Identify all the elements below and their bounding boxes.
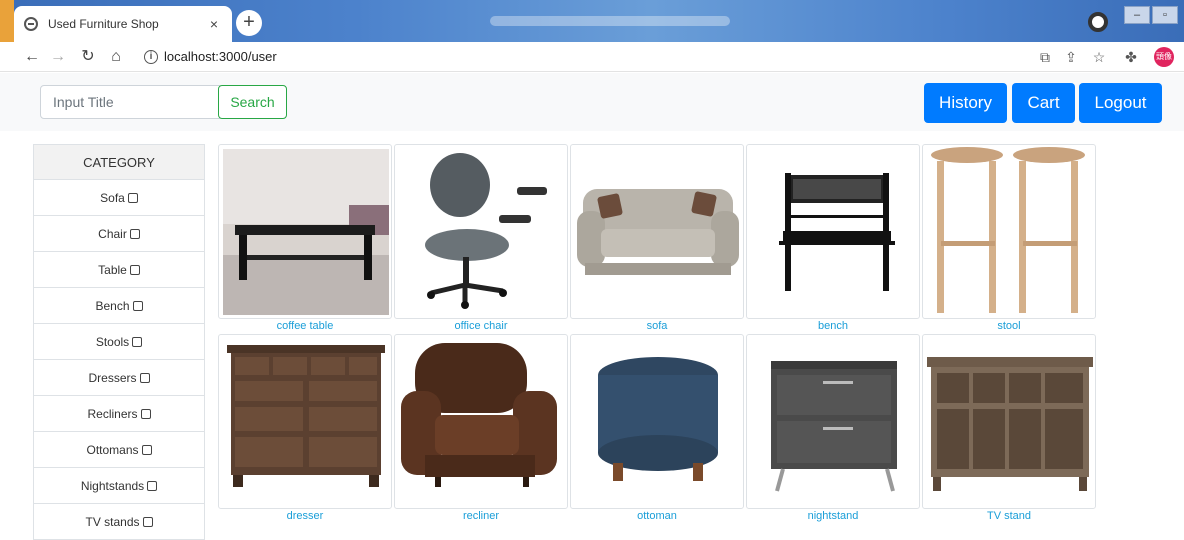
category-label: Nightstands <box>80 478 145 493</box>
new-tab-button[interactable]: + <box>236 10 262 36</box>
category-label: Dressers <box>88 370 137 385</box>
product-title-link[interactable]: coffee table <box>218 320 392 332</box>
avatar[interactable]: 頭像 <box>1154 47 1174 67</box>
ottoman-image <box>598 357 718 481</box>
category-item-ottomans[interactable]: Ottomans <box>33 432 205 468</box>
category-checkbox[interactable] <box>127 192 138 203</box>
tv-stand-image <box>927 357 1093 491</box>
app-header: Search History Cart Logout <box>0 73 1184 131</box>
sofa-image <box>577 189 739 275</box>
dresser-image <box>227 345 385 487</box>
browser-tabbar: Used Furniture Shop × + – ▫ <box>0 0 1184 42</box>
bookmark-star-icon[interactable]: ☆ <box>1090 48 1108 66</box>
history-button[interactable]: History <box>924 83 1007 123</box>
category-label: Sofa <box>100 190 125 205</box>
stool-image <box>931 147 1085 313</box>
product-card-bench[interactable] <box>746 144 920 319</box>
product-title-link[interactable]: dresser <box>218 510 392 522</box>
category-checkbox[interactable] <box>142 516 153 527</box>
logout-button[interactable]: Logout <box>1079 83 1162 123</box>
minimize-icon[interactable]: – <box>1124 6 1150 24</box>
forward-arrow-icon[interactable]: → <box>48 47 68 67</box>
bench-image <box>779 173 895 291</box>
product-card-office-chair[interactable] <box>394 144 568 319</box>
product-card-dresser[interactable] <box>218 334 392 509</box>
category-title: CATEGORY <box>33 144 205 180</box>
category-label: Ottomans <box>86 442 139 457</box>
category-item-recliners[interactable]: Recliners <box>33 396 205 432</box>
translate-icon[interactable]: ⧉ <box>1036 48 1054 66</box>
product-title-link[interactable]: nightstand <box>746 510 920 522</box>
category-checkbox[interactable] <box>129 228 140 239</box>
close-tab-icon[interactable]: × <box>206 16 222 32</box>
category-checkbox[interactable] <box>141 444 152 455</box>
window-edge <box>0 0 14 42</box>
product-card-ottoman[interactable] <box>570 334 744 509</box>
category-item-dressers[interactable]: Dressers <box>33 360 205 396</box>
recliner-image <box>401 343 557 487</box>
category-item-table[interactable]: Table <box>33 252 205 288</box>
product-title-link[interactable]: bench <box>746 320 920 332</box>
back-arrow-icon[interactable]: ← <box>22 47 42 67</box>
chrome-profile-icon[interactable] <box>1088 12 1108 32</box>
product-card-nightstand[interactable] <box>746 334 920 509</box>
product-title-link[interactable]: stool <box>922 320 1096 332</box>
site-info-icon[interactable]: i <box>144 50 158 64</box>
product-title-link[interactable]: TV stand <box>922 510 1096 522</box>
url-field[interactable]: localhost:3000/user <box>164 49 277 64</box>
home-icon[interactable]: ⌂ <box>106 47 126 67</box>
product-title-link[interactable]: sofa <box>570 320 744 332</box>
cart-button[interactable]: Cart <box>1012 83 1075 123</box>
window-title-blurred <box>490 16 730 26</box>
browser-tab[interactable]: Used Furniture Shop × <box>14 6 232 42</box>
category-item-stools[interactable]: Stools <box>33 324 205 360</box>
category-label: TV stands <box>85 514 140 529</box>
category-label: Bench <box>95 298 130 313</box>
product-title-link[interactable]: office chair <box>394 320 568 332</box>
category-checkbox[interactable] <box>140 408 151 419</box>
category-item-bench[interactable]: Bench <box>33 288 205 324</box>
product-title-link[interactable]: recliner <box>394 510 568 522</box>
maximize-icon[interactable]: ▫ <box>1152 6 1178 24</box>
product-card-sofa[interactable] <box>570 144 744 319</box>
category-checkbox[interactable] <box>147 480 158 491</box>
globe-icon <box>24 17 38 31</box>
category-checkbox[interactable] <box>129 264 140 275</box>
office-chair-image <box>425 153 547 309</box>
product-card-stool[interactable] <box>922 144 1096 319</box>
category-item-nightstands[interactable]: Nightstands <box>33 468 205 504</box>
category-item-chair[interactable]: Chair <box>33 216 205 252</box>
product-title-link[interactable]: ottoman <box>570 510 744 522</box>
search-input[interactable] <box>40 85 220 119</box>
category-label: Recliners <box>87 406 138 421</box>
product-card-tv-stand[interactable] <box>922 334 1096 509</box>
product-card-recliner[interactable] <box>394 334 568 509</box>
category-checkbox[interactable] <box>132 336 143 347</box>
address-bar: ← → ↻ ⌂ i localhost:3000/user ⧉ ⇪ ☆ ✤ 頭像 <box>0 42 1184 72</box>
category-checkbox[interactable] <box>132 300 143 311</box>
share-icon[interactable]: ⇪ <box>1062 48 1080 66</box>
category-label: Stools <box>95 334 130 349</box>
reload-icon[interactable]: ↻ <box>78 47 98 67</box>
category-label: Chair <box>98 226 127 241</box>
category-checkbox[interactable] <box>139 372 150 383</box>
category-sidebar: CATEGORY Sofa Chair Table Bench Stools D… <box>33 144 205 540</box>
coffee-table-image <box>223 149 389 315</box>
extensions-puzzle-icon[interactable]: ✤ <box>1122 48 1140 66</box>
search-button[interactable]: Search <box>218 85 287 119</box>
tab-title: Used Furniture Shop <box>48 17 159 31</box>
product-card-coffee-table[interactable] <box>218 144 392 319</box>
category-label: Table <box>98 262 127 277</box>
category-item-sofa[interactable]: Sofa <box>33 180 205 216</box>
nightstand-image <box>771 361 897 492</box>
